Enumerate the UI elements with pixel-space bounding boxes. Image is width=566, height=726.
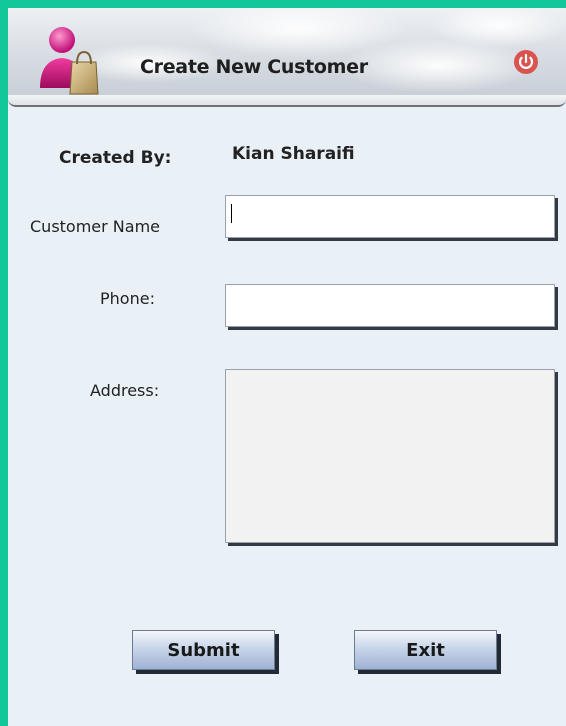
create-customer-window: Create New Customer Created By: Kian Sha… (8, 8, 566, 726)
customer-shopping-bag-icon (40, 27, 99, 95)
header-banner: Create New Customer (8, 8, 566, 107)
customer-name-label: Customer Name (30, 217, 161, 236)
address-label: Address: (90, 381, 160, 400)
address-field[interactable] (225, 369, 555, 543)
created-by-value: Kian Sharaifi (232, 144, 355, 164)
power-icon[interactable] (513, 49, 539, 75)
phone-field[interactable] (225, 284, 555, 327)
customer-name-field[interactable] (225, 195, 555, 238)
submit-button[interactable]: Submit (132, 630, 275, 670)
phone-label: Phone: (100, 289, 155, 308)
phone-input[interactable] (226, 285, 554, 326)
exit-button[interactable]: Exit (354, 630, 497, 670)
customer-name-input[interactable] (226, 196, 554, 237)
address-textarea[interactable] (226, 370, 554, 542)
text-caret (231, 204, 232, 223)
window-title: Create New Customer (140, 56, 368, 78)
created-by-label: Created By: (59, 148, 172, 168)
